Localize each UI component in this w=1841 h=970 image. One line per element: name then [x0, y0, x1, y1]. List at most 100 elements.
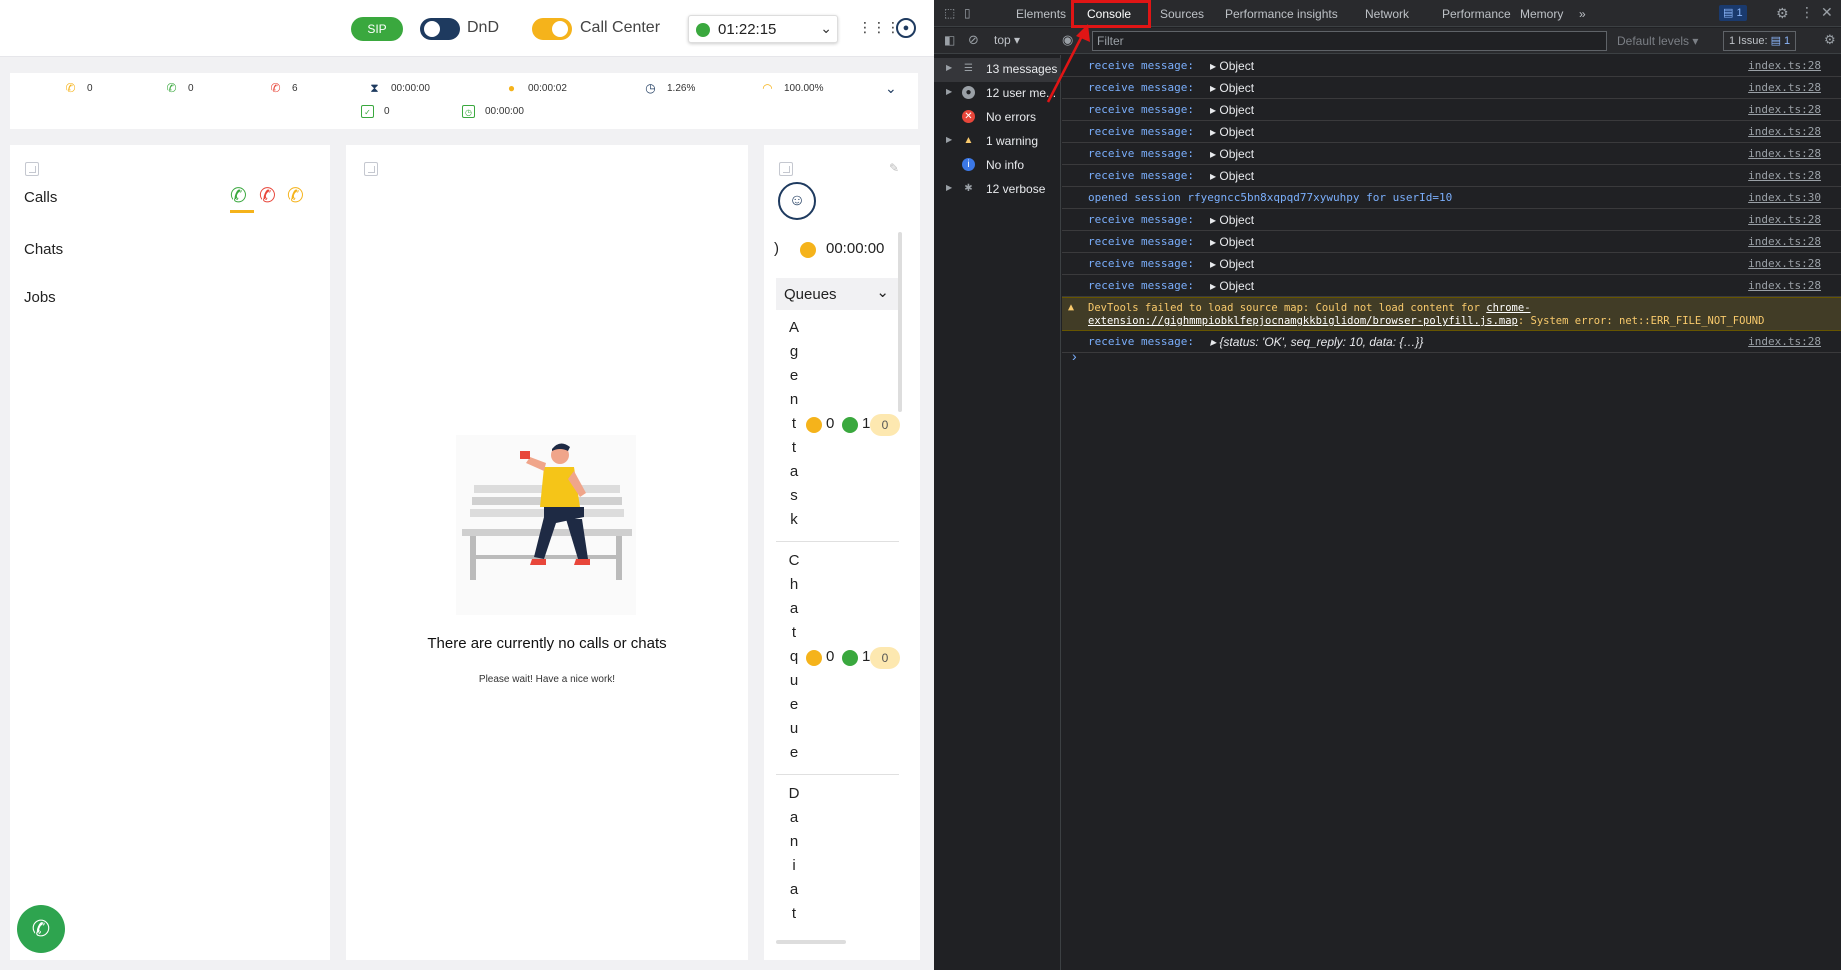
expand-icon[interactable]: [779, 162, 793, 176]
log-line[interactable]: receive message: ▸ Object index.ts:28: [1062, 77, 1841, 99]
console-settings-icon[interactable]: ⚙: [1824, 32, 1836, 48]
phone-icon[interactable]: ✆: [230, 183, 247, 208]
tab-performance-insights[interactable]: Performance insights: [1225, 7, 1338, 21]
log-source-link[interactable]: index.ts:28: [1748, 235, 1821, 248]
log-source-link[interactable]: index.ts:28: [1748, 103, 1821, 116]
queue-name-char: t: [791, 439, 797, 456]
log-line[interactable]: receive message: ▸ Object index.ts:28: [1062, 99, 1841, 121]
settings-gear-icon[interactable]: ⚙: [1776, 5, 1789, 22]
tab-sources[interactable]: Sources: [1160, 7, 1204, 21]
log-line[interactable]: receive message: ▸ Object index.ts:28: [1062, 55, 1841, 77]
missed-call-icon[interactable]: ✆: [259, 183, 276, 208]
log-line[interactable]: receive message: ▸ Object index.ts:28: [1062, 253, 1841, 275]
device-toggle-icon[interactable]: ▯: [964, 6, 971, 20]
log-source-link[interactable]: index.ts:28: [1748, 81, 1821, 94]
queue-pill[interactable]: 0: [870, 647, 900, 669]
log-object[interactable]: ▸ Object: [1210, 235, 1254, 249]
log-source-link[interactable]: index.ts:28: [1748, 147, 1821, 160]
tab-network[interactable]: Network: [1365, 7, 1409, 21]
nav-chats[interactable]: Chats: [24, 241, 63, 258]
sidebar-item-warnings[interactable]: ▶ ▲ 1 warning: [934, 130, 1061, 154]
clear-console-icon[interactable]: ⊘: [968, 32, 979, 48]
log-line[interactable]: receive message: ▸ {status: 'OK', seq_rep…: [1062, 331, 1841, 353]
queue-name-char: a: [789, 600, 799, 617]
log-source-link[interactable]: index.ts:28: [1748, 257, 1821, 270]
log-object[interactable]: ▸ Object: [1210, 169, 1254, 183]
call-center-toggle[interactable]: [532, 18, 572, 40]
issues-count: 1: [1784, 35, 1791, 47]
pin-icon[interactable]: ✎: [889, 161, 899, 175]
log-object[interactable]: ▸ Object: [1210, 59, 1254, 73]
more-options-icon[interactable]: ⋮: [1800, 4, 1814, 21]
agent-info-icon[interactable]: ☺: [778, 182, 816, 220]
messages-badge[interactable]: ▤ 1: [1719, 5, 1747, 21]
status-timer-select[interactable]: 01:22:15 ⌄: [688, 15, 838, 43]
warning-log-line[interactable]: ▲ DevTools failed to load source map: Co…: [1062, 297, 1841, 331]
expand-arrow-icon: ▶: [946, 135, 953, 144]
expand-icon[interactable]: [25, 162, 39, 176]
more-tabs-button[interactable]: »: [1579, 7, 1586, 21]
log-message: receive message:: [1088, 279, 1194, 292]
sip-badge[interactable]: SIP: [351, 17, 403, 41]
warning-icon: ▲: [1068, 302, 1075, 313]
log-levels-select[interactable]: Default levels ▾: [1617, 34, 1698, 48]
log-line[interactable]: opened session rfyegncc5bn8xqpqd77xywuhp…: [1062, 187, 1841, 209]
close-icon[interactable]: ✕: [1821, 4, 1833, 21]
log-object[interactable]: ▸ Object: [1210, 279, 1254, 293]
log-object[interactable]: ▸ Object: [1210, 213, 1254, 227]
log-object[interactable]: ▸ Object: [1210, 257, 1254, 271]
log-source-link[interactable]: index.ts:28: [1748, 335, 1821, 348]
queue-name-char: u: [789, 672, 799, 689]
log-source-link[interactable]: index.ts:28: [1748, 59, 1821, 72]
log-object[interactable]: ▸ Object: [1210, 81, 1254, 95]
queue-name-char: a: [789, 809, 799, 826]
log-message: receive message:: [1088, 81, 1194, 94]
log-line[interactable]: receive message: ▸ Object index.ts:28: [1062, 209, 1841, 231]
filter-input[interactable]: Filter: [1092, 31, 1607, 51]
context-select[interactable]: top ▾: [994, 33, 1020, 47]
log-source-link[interactable]: index.ts:28: [1748, 213, 1821, 226]
scrollbar[interactable]: [898, 232, 902, 412]
log-object[interactable]: ▸ Object: [1210, 125, 1254, 139]
log-line[interactable]: receive message: ▸ Object index.ts:28: [1062, 165, 1841, 187]
inspect-element-icon[interactable]: ⬚: [944, 6, 955, 20]
apps-grid-icon[interactable]: ⋮⋮⋮: [858, 19, 900, 35]
nav-calls[interactable]: Calls: [24, 189, 57, 206]
chevron-down-icon[interactable]: ⌄: [885, 80, 897, 97]
call-center-label: Call Center: [580, 19, 661, 36]
expand-icon[interactable]: [364, 162, 378, 176]
queues-dropdown[interactable]: Queues ⌄: [776, 278, 899, 310]
log-object-label: Object: [1219, 279, 1255, 293]
log-line[interactable]: receive message: ▸ Object index.ts:28: [1062, 143, 1841, 165]
issues-button[interactable]: 1 Issue: ▤ 1: [1723, 31, 1797, 51]
empty-state-title: There are currently no calls or chats: [427, 635, 667, 652]
sidebar-item-info[interactable]: i No info: [934, 154, 1061, 178]
dialpad-phone-button[interactable]: ✆: [17, 905, 65, 953]
log-object[interactable]: ▸ Object: [1210, 103, 1254, 117]
sidebar-item-errors[interactable]: ✕ No errors: [934, 106, 1061, 130]
user-avatar-icon[interactable]: ●: [896, 18, 916, 38]
tab-performance[interactable]: Performance: [1442, 7, 1511, 21]
log-object-label: Object: [1219, 81, 1255, 95]
horizontal-scrollbar[interactable]: [776, 940, 846, 944]
queue-pill[interactable]: 0: [870, 414, 900, 436]
stat-chat-time: ◷ 00:00:00: [462, 105, 524, 118]
sidebar-item-verbose[interactable]: ▶ ✱ 12 verbose: [934, 178, 1061, 202]
log-levels-label: Default levels: [1617, 34, 1690, 48]
log-line[interactable]: receive message: ▸ Object index.ts:28: [1062, 275, 1841, 297]
dnd-toggle[interactable]: [420, 18, 460, 40]
log-line[interactable]: receive message: ▸ Object index.ts:28: [1062, 231, 1841, 253]
log-line[interactable]: receive message: ▸ Object index.ts:28: [1062, 121, 1841, 143]
log-object[interactable]: ▸ {status: 'OK', seq_reply: 10, data: {……: [1210, 335, 1423, 349]
sidebar-label: 1 warning: [986, 134, 1039, 148]
console-prompt[interactable]: ›: [1072, 348, 1077, 364]
log-source-link[interactable]: index.ts:28: [1748, 169, 1821, 182]
tab-memory[interactable]: Memory: [1520, 7, 1563, 21]
incoming-call-icon[interactable]: ✆: [287, 183, 304, 208]
sidebar-toggle-icon[interactable]: ◧: [944, 33, 955, 47]
log-source-link[interactable]: index.ts:28: [1748, 279, 1821, 292]
log-source-link[interactable]: index.ts:30: [1748, 191, 1821, 204]
nav-jobs[interactable]: Jobs: [24, 289, 56, 306]
log-object[interactable]: ▸ Object: [1210, 147, 1254, 161]
log-source-link[interactable]: index.ts:28: [1748, 125, 1821, 138]
